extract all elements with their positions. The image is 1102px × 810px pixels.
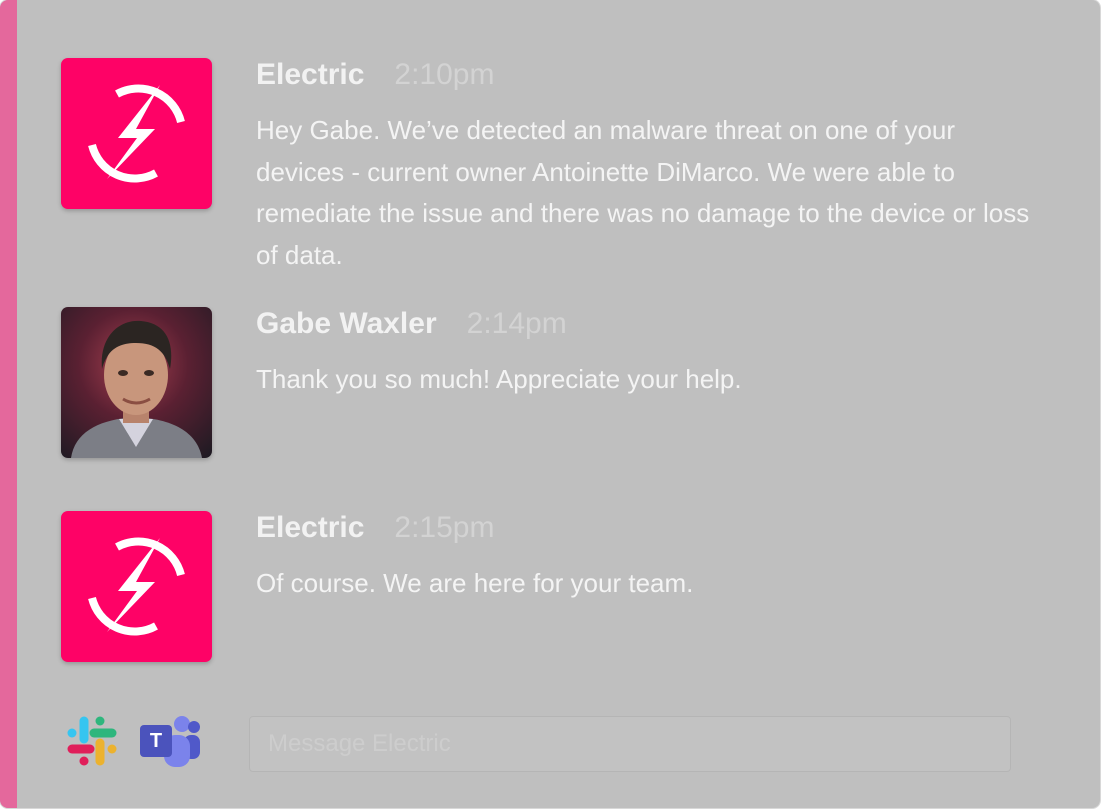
message-input[interactable] — [250, 717, 1010, 771]
electric-avatar — [61, 58, 212, 209]
sender-name: Electric — [256, 511, 365, 544]
accent-bar — [0, 0, 17, 808]
message-text: Thank you so much! Appreciate your help. — [256, 364, 742, 394]
user-photo — [71, 320, 202, 458]
message-composer — [249, 716, 1011, 772]
sender-name: Gabe Waxler — [256, 307, 437, 340]
message-text: Hey Gabe. We’ve detected an malware thre… — [256, 115, 1030, 270]
message-time: 2:15pm — [394, 511, 495, 544]
teams-icon[interactable]: T — [138, 713, 202, 769]
sender-name: Electric — [256, 58, 365, 91]
electric-bolt-icon — [88, 537, 185, 636]
slack-icon[interactable] — [66, 715, 118, 767]
electric-avatar — [61, 511, 212, 662]
user-avatar — [61, 307, 212, 458]
chat-panel: Electric 2:10pm Hey Gabe. We’ve detected… — [0, 0, 1100, 808]
teams-letter: T — [149, 730, 163, 752]
message-time: 2:10pm — [394, 58, 495, 91]
electric-bolt-icon — [88, 84, 185, 183]
message-text: Of course. We are here for your team. — [256, 568, 694, 598]
message-time: 2:14pm — [466, 307, 567, 340]
